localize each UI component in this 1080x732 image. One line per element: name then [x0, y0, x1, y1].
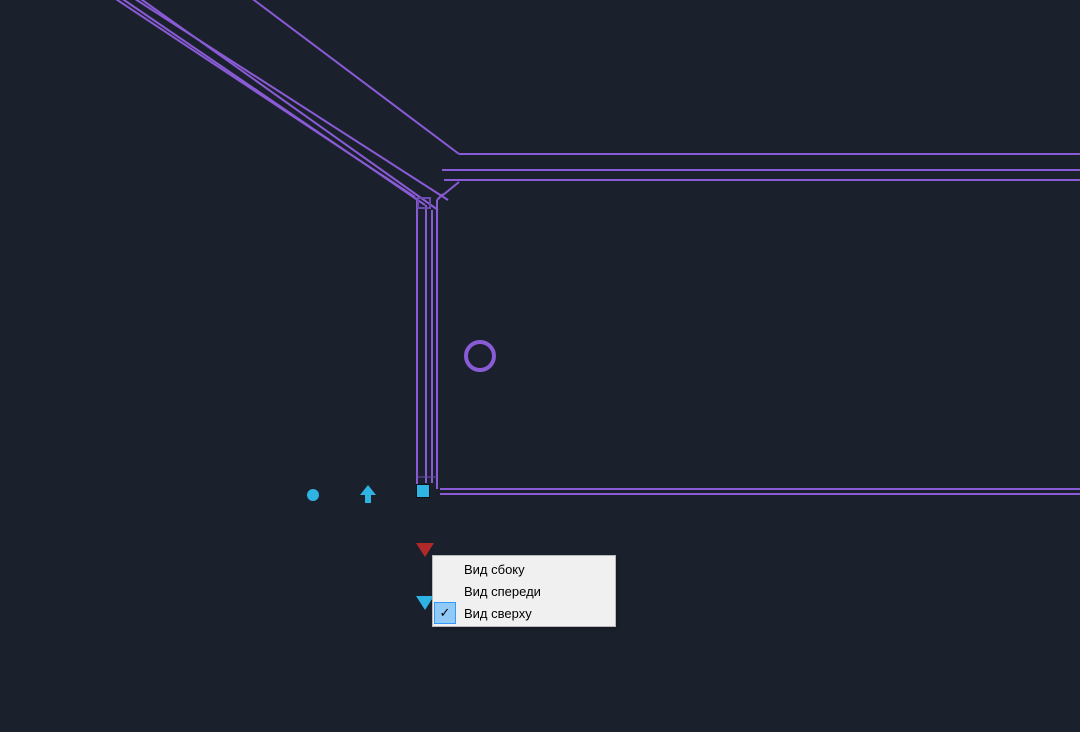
menu-item-label: Вид сбоку	[464, 562, 525, 577]
view-context-menu: Вид сбоку Вид спереди ✓ Вид сверху	[432, 555, 616, 627]
circle-filled-icon	[307, 489, 319, 501]
grip-square-icon[interactable]	[417, 485, 429, 497]
arrow-up-icon	[360, 485, 376, 503]
menu-item-label: Вид сверху	[464, 606, 532, 621]
menu-item-view-front[interactable]: Вид спереди	[434, 580, 614, 602]
menu-item-view-side[interactable]: Вид сбоку	[434, 558, 614, 580]
check-icon	[434, 558, 456, 580]
check-icon	[434, 580, 456, 602]
menu-item-view-top[interactable]: ✓ Вид сверху	[434, 602, 614, 624]
check-icon: ✓	[434, 602, 456, 624]
menu-item-label: Вид спереди	[464, 584, 541, 599]
